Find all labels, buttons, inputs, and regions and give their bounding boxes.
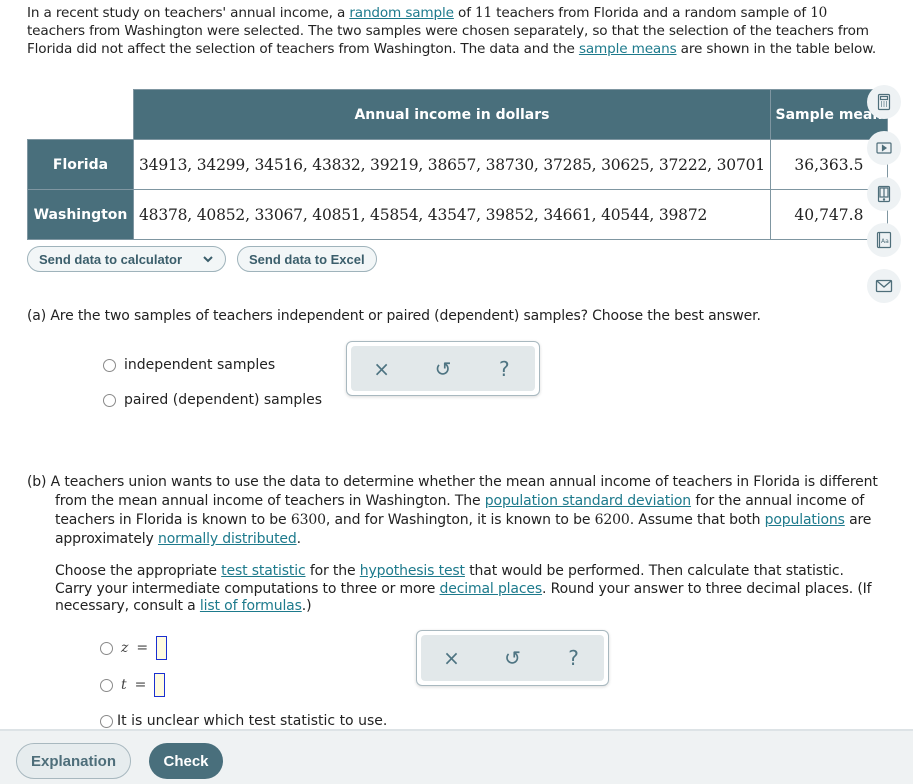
list-of-formulas-link[interactable]: list of formulas [200, 598, 302, 614]
normally-distributed-link[interactable]: normally distributed [158, 531, 297, 547]
part-b-paragraph: (b) A teachers union wants to use the da… [27, 473, 887, 549]
option-paired-label: paired (dependent) samples [124, 392, 323, 408]
table-row: Washington 48378, 40852, 33067, 40851, 4… [27, 189, 888, 240]
video-button[interactable] [867, 131, 901, 165]
population-sd-link[interactable]: population standard deviation [485, 493, 691, 509]
intro-text: In a recent study on teachers' annual in… [27, 5, 350, 21]
washington-sd: 6200 [594, 512, 630, 528]
part-b-text: . [296, 531, 301, 547]
instructions-text: for the [305, 563, 360, 579]
calculator-button[interactable] [867, 85, 901, 119]
decimal-places-link[interactable]: decimal places [440, 581, 543, 597]
svg-text:Aa: Aa [881, 238, 889, 245]
intro-paragraph: In a recent study on teachers' annual in… [27, 4, 877, 58]
footer-bar: Explanation Check [0, 729, 913, 784]
row-label-washington: Washington [27, 189, 134, 240]
z-variable: z [121, 640, 129, 656]
clear-button[interactable]: × [437, 646, 467, 670]
florida-values: 34913, 34299, 34516, 43832, 39219, 38657… [133, 139, 771, 190]
clear-button[interactable]: × [367, 357, 397, 381]
radio-paired[interactable] [103, 393, 116, 407]
glossary-button[interactable]: Aa [867, 223, 901, 257]
glossary-icon: Aa [876, 231, 892, 249]
instructions-text: Choose the appropriate [55, 563, 222, 579]
message-button[interactable] [867, 269, 901, 303]
ebook-icon [877, 185, 891, 203]
z-answer-input[interactable] [156, 636, 168, 660]
option-unclear-label: It is unclear which test statistic to us… [117, 713, 388, 729]
intro-text: are shown in the table below. [676, 41, 877, 57]
income-data-table: Annual income in dollars Sample mean Flo… [27, 89, 888, 240]
intro-text: teachers from Florida and a random sampl… [492, 5, 811, 21]
toolbox-inner: × ↺ ? [421, 635, 604, 681]
part-a-answer-tools: × ↺ ? [346, 341, 540, 396]
mail-icon [875, 279, 893, 293]
part-b-answer-tools: × ↺ ? [416, 630, 609, 686]
hypothesis-test-link[interactable]: hypothesis test [360, 563, 465, 579]
undo-button[interactable]: ↺ [428, 357, 458, 381]
send-to-calculator-label: Send data to calculator [39, 251, 183, 267]
t-answer-input[interactable] [154, 673, 166, 697]
populations-link[interactable]: populations [765, 512, 845, 528]
toolbox-inner: × ↺ ? [351, 346, 535, 391]
send-to-excel-label: Send data to Excel [249, 251, 365, 267]
part-b-text: . Assume that both [629, 512, 765, 528]
header-annual-income: Annual income in dollars [133, 89, 771, 140]
radio-z[interactable] [100, 641, 113, 655]
table-row: Florida 34913, 34299, 34516, 43832, 3921… [27, 139, 888, 190]
washington-sample-size: 10 [810, 5, 828, 21]
random-sample-link[interactable]: random sample [349, 5, 454, 21]
instructions-text: .) [301, 598, 312, 614]
option-z[interactable]: z = [100, 636, 168, 660]
florida-sample-size: 11 [475, 5, 493, 21]
help-button[interactable]: ? [559, 646, 589, 670]
send-to-calculator-dropdown[interactable]: Send data to calculator [27, 246, 226, 272]
video-icon [876, 142, 892, 154]
calculator-icon [877, 93, 891, 111]
option-t[interactable]: t = [100, 673, 166, 697]
table-header-row: Annual income in dollars Sample mean [28, 89, 888, 140]
florida-sd: 6300 [290, 512, 326, 528]
equals-sign: = [136, 640, 149, 656]
part-a-question: (a) Are the two samples of teachers inde… [27, 308, 761, 324]
test-statistic-link[interactable]: test statistic [221, 563, 306, 579]
option-unclear[interactable]: It is unclear which test statistic to us… [100, 713, 387, 729]
tool-sidebar: Aa [867, 85, 903, 315]
chevron-down-icon [203, 256, 213, 263]
help-button[interactable]: ? [489, 357, 519, 381]
option-independent-label: independent samples [124, 357, 276, 373]
check-button[interactable]: Check [149, 743, 223, 779]
intro-text: of [453, 5, 476, 21]
table-corner [28, 90, 134, 140]
send-to-excel-button[interactable]: Send data to Excel [237, 246, 377, 272]
row-label-florida: Florida [27, 139, 134, 190]
part-b-text: , and for Washington, it is known to be [325, 512, 595, 528]
part-b-instructions: Choose the appropriate test statistic fo… [55, 563, 885, 616]
t-variable: t [121, 677, 127, 693]
option-independent[interactable]: independent samples [103, 357, 275, 373]
ebook-button[interactable] [867, 177, 901, 211]
option-paired[interactable]: paired (dependent) samples [103, 392, 322, 408]
radio-t[interactable] [100, 678, 113, 692]
radio-unclear[interactable] [100, 714, 113, 728]
equals-sign: = [134, 677, 147, 693]
explanation-button[interactable]: Explanation [16, 743, 131, 779]
sample-means-link[interactable]: sample means [579, 41, 677, 57]
radio-independent[interactable] [103, 358, 116, 372]
undo-button[interactable]: ↺ [498, 646, 528, 670]
washington-values: 48378, 40852, 33067, 40851, 45854, 43547… [133, 189, 771, 240]
